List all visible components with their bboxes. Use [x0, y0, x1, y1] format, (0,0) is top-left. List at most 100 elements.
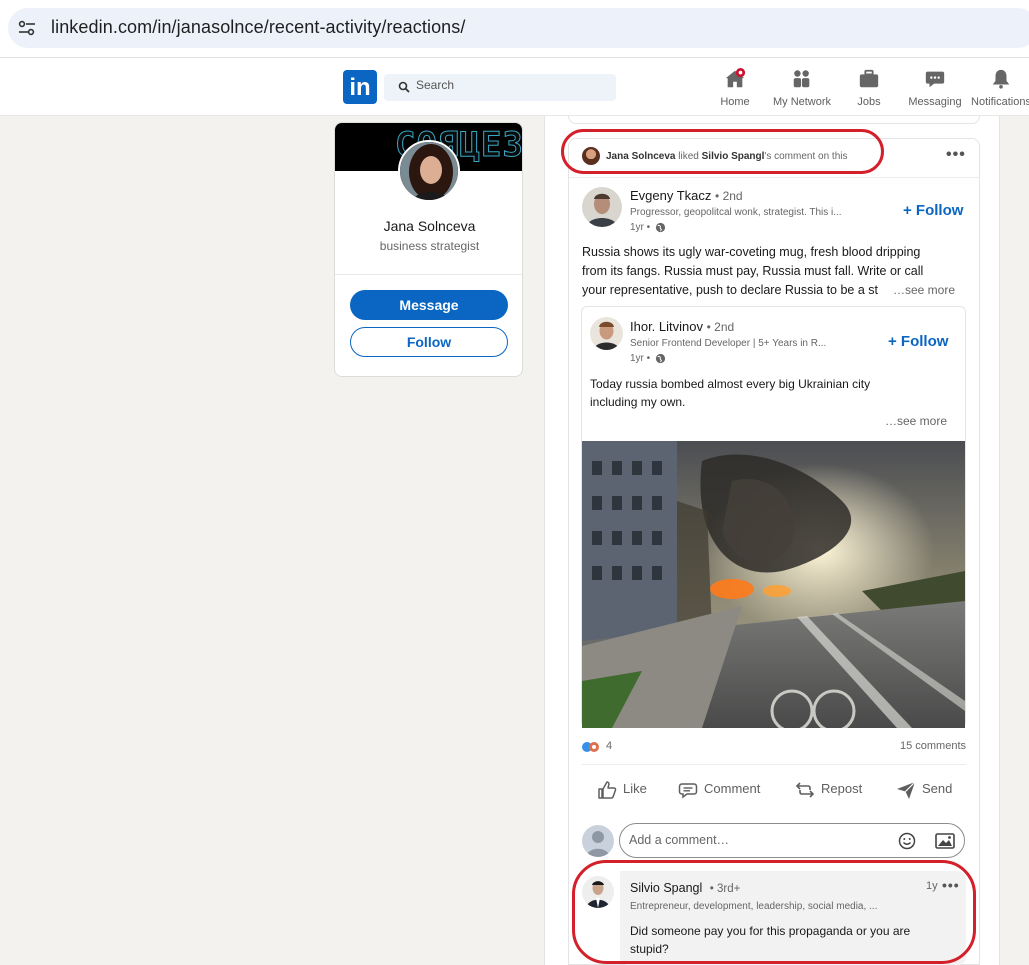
author-photo-graphic [582, 187, 622, 227]
nav-notifications[interactable]: Notifications [966, 68, 1029, 112]
social-counts: 4 15 comments [582, 739, 966, 755]
post-author-name[interactable]: Evgeny Tkacz • 2nd [630, 188, 743, 203]
shared-author-name-text[interactable]: Ihor. Litvinov [630, 319, 703, 334]
profile-photo-graphic [400, 142, 458, 200]
nav-my-network-label: My Network [772, 96, 832, 108]
activity-suffix: 's comment on this [764, 151, 848, 162]
briefcase-icon [859, 69, 879, 88]
activity-header: Jana Solnceva liked Silvio Spangl's comm… [582, 146, 882, 168]
post-see-more[interactable]: …see more [893, 283, 955, 297]
post-author-headline: Progressor, geopolitcal wonk, strategist… [630, 207, 842, 218]
post-author-avatar[interactable] [582, 187, 622, 227]
nav-notifications-label: Notifications [971, 96, 1029, 108]
reactions-icon[interactable] [582, 740, 606, 754]
comment-input-box[interactable] [619, 823, 965, 858]
send-icon [897, 781, 916, 799]
shared-follow-button[interactable]: + Follow [888, 333, 948, 350]
comment-icon [678, 782, 698, 799]
comment-text-line-2: stupid? [630, 942, 669, 956]
shared-connection-degree: • 2nd [706, 320, 735, 334]
shared-author-avatar[interactable] [590, 317, 623, 350]
nav-messaging[interactable]: Messaging [900, 68, 970, 112]
comment-time: 1y [926, 880, 938, 892]
post-more-icon[interactable]: ••• [946, 146, 966, 164]
network-icon [793, 70, 810, 88]
profile-follow-button[interactable]: Follow [350, 327, 508, 357]
author-name-text[interactable]: Evgeny Tkacz [630, 188, 711, 203]
commenter-name[interactable]: Silvio Spangl • 3rd+ [630, 881, 740, 895]
comment-label: Comment [704, 781, 761, 796]
linkedin-logo[interactable]: in [343, 70, 377, 104]
site-settings-icon[interactable] [18, 20, 36, 36]
home-icon [725, 68, 746, 88]
like-icon [598, 780, 617, 799]
target-name[interactable]: Silvio Spangl [702, 151, 765, 162]
comment-text-line-1: Did someone pay you for this propaganda … [630, 924, 911, 938]
url-text[interactable]: linkedin.com/in/janasolnce/recent-activi… [51, 17, 466, 38]
shared-text-line-1: Today russia bombed almost every big Ukr… [590, 377, 871, 391]
shared-author-headline: Senior Frontend Developer | 5+ Years in … [630, 338, 827, 349]
activity-verb: liked [678, 151, 699, 162]
image-icon[interactable] [935, 832, 955, 850]
profile-card: СОЯЦЕЗ Jana Solnceva business strategist… [334, 122, 523, 377]
actor-avatar[interactable] [582, 147, 600, 166]
shared-timestamp: 1yr • [630, 353, 666, 364]
repost-button[interactable]: Repost [795, 778, 862, 802]
message-button[interactable]: Message [350, 290, 508, 320]
comment-button[interactable]: Comment [678, 778, 760, 802]
send-button[interactable]: Send [896, 778, 952, 802]
profile-avatar[interactable] [398, 140, 460, 202]
shared-author-name[interactable]: Ihor. Litvinov • 2nd [630, 319, 734, 334]
nav-my-network[interactable]: My Network [767, 68, 837, 112]
comments-count[interactable]: 15 comments [900, 740, 966, 752]
street-fire-photo [582, 441, 965, 728]
shared-author-photo-graphic [590, 317, 623, 350]
connection-degree: • 2nd [715, 189, 743, 203]
emoji-icon[interactable] [898, 832, 916, 850]
repost-icon [795, 781, 815, 798]
comment-more-icon[interactable]: ••• [942, 877, 960, 893]
linkedin-header: in Home My Network Jobs [0, 58, 1029, 116]
send-label: Send [922, 781, 953, 796]
divider [335, 274, 522, 275]
nav-jobs-label: Jobs [857, 96, 881, 108]
profile-headline: business strategist [379, 239, 480, 253]
commenter-avatar[interactable] [582, 876, 614, 908]
nav-home-label: Home [720, 96, 750, 108]
comment-input[interactable] [629, 833, 879, 847]
profile-name[interactable]: Jana Solnceva [335, 218, 522, 234]
user-placeholder-graphic [586, 831, 610, 857]
search-icon [398, 81, 410, 93]
globe-icon [655, 222, 666, 233]
reaction-count[interactable]: 4 [606, 740, 612, 752]
like-button[interactable]: Like [597, 778, 647, 802]
divider [569, 177, 979, 178]
nav-messaging-label: Messaging [908, 96, 962, 108]
post-image[interactable] [582, 441, 965, 728]
commenter-photo-graphic [582, 876, 614, 908]
shared-see-more[interactable]: …see more [885, 414, 947, 428]
address-bar[interactable]: linkedin.com/in/janasolnce/recent-activi… [8, 8, 1029, 48]
commenter-name-text[interactable]: Silvio Spangl [630, 881, 702, 895]
shared-text-line-2: including my own. [590, 395, 686, 409]
divider [582, 764, 966, 765]
actor-name[interactable]: Jana Solnceva [606, 151, 675, 162]
messaging-icon [925, 71, 945, 88]
bell-icon [992, 69, 1010, 89]
post-text-line-1: Russia shows its ugly war-coveting mug, … [582, 245, 921, 259]
nav-home[interactable]: Home [700, 68, 770, 112]
search-input[interactable] [416, 78, 596, 92]
nav-jobs[interactable]: Jobs [834, 68, 904, 112]
post-timestamp: 1yr • [630, 222, 666, 233]
search-bar[interactable] [384, 74, 616, 101]
repost-label: Repost [821, 781, 863, 796]
globe-icon [655, 353, 666, 364]
previous-post-edge [568, 116, 980, 124]
shared-time-text: 1yr • [630, 353, 651, 365]
commenter-degree: • 3rd+ [709, 883, 741, 895]
post-text-line-2: from its fangs. Russia must pay, Russia … [582, 264, 924, 278]
post-text-line-3: your representative, push to declare Rus… [582, 283, 878, 297]
commenter-headline: Entrepreneur, development, leadership, s… [630, 901, 878, 912]
browser-toolbar: linkedin.com/in/janasolnce/recent-activi… [0, 0, 1029, 58]
post-follow-button[interactable]: + Follow [903, 202, 963, 219]
